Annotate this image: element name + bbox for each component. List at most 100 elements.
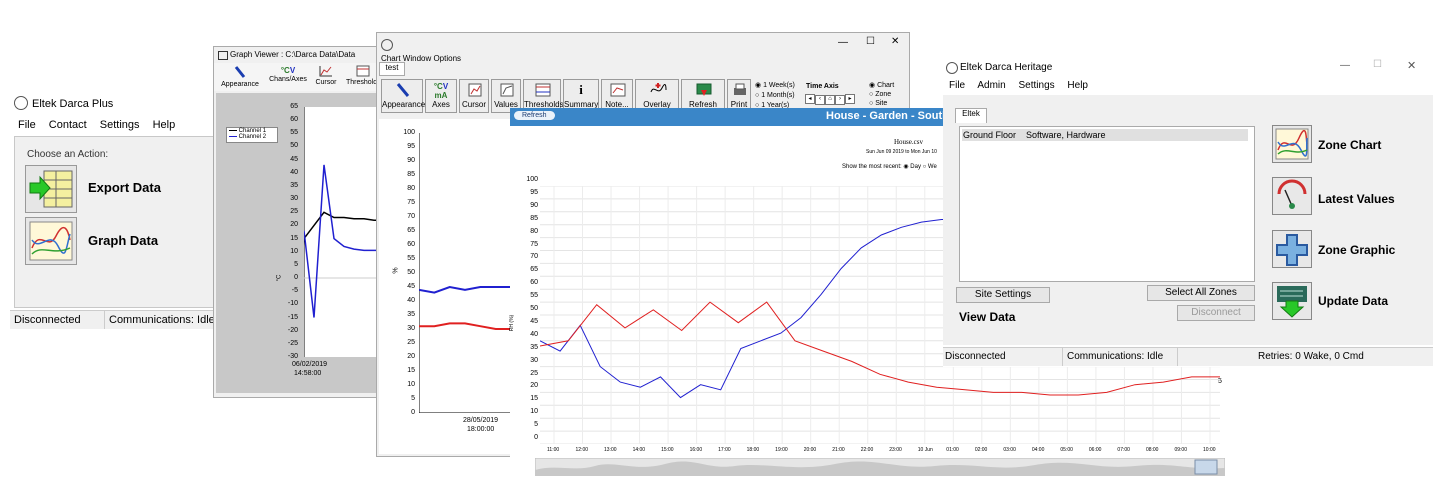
web-file-name: House.csv — [894, 138, 923, 146]
zone-list-item[interactable]: Ground Floor Software, Hardware — [962, 129, 1248, 141]
darca-plus-titlebar: Eltek Darca Plus — [10, 90, 225, 116]
viewer-y-tick: 25 — [290, 208, 298, 216]
heritage-maximize-button[interactable]: ☐ — [1373, 59, 1382, 70]
time-axis-nav: ◂ ‹ ⌂ › ▸ — [805, 94, 855, 105]
select-all-zones-button[interactable]: Select All Zones — [1147, 285, 1255, 301]
nav-last-button[interactable]: ▸ — [845, 94, 855, 104]
range-radio-group: ◉ 1 Week(s) ○ 1 Month(s) ○ 1 Year(s) — [755, 81, 795, 111]
web-x-tick: 18:00 — [746, 447, 760, 453]
zone-list[interactable]: Ground Floor Software, Hardware — [959, 126, 1255, 282]
options-series-blue — [419, 285, 511, 294]
web-y-tick: 15 — [530, 395, 538, 403]
heritage-menu-file[interactable]: File — [949, 80, 965, 91]
viewer-x-tick-date: 06/02/2019 — [292, 361, 328, 368]
options-minimize-button[interactable]: — — [838, 37, 848, 48]
cursor-label: Cursor — [461, 100, 486, 109]
heritage-menu-help[interactable]: Help — [1067, 80, 1088, 91]
range-1-week-label: 1 Week(s) — [763, 82, 795, 89]
choose-action-label: Choose an Action: — [27, 149, 109, 160]
cursor-button[interactable]: Cursor — [459, 79, 489, 113]
viewer-y-tick: -20 — [287, 326, 298, 334]
heritage-status-communications: Communications: Idle — [1067, 351, 1164, 362]
viewer-y-tick: -5 — [291, 287, 298, 295]
options-y-tick: 90 — [407, 157, 415, 164]
viewer-x-tick-time: 14:58:00 — [294, 370, 322, 377]
latest-values-label[interactable]: Latest Values — [1318, 192, 1395, 206]
web-y-tick: 70 — [530, 253, 538, 261]
menu-settings[interactable]: Settings — [100, 119, 140, 131]
viewer-y-tick: 40 — [290, 168, 298, 176]
viewer-cursor-label: Cursor — [315, 79, 337, 86]
menu-help[interactable]: Help — [153, 119, 176, 131]
cursor-chart-icon — [319, 66, 332, 77]
options-y-axis-label: % — [392, 267, 400, 274]
heritage-menu-settings[interactable]: Settings — [1019, 80, 1055, 91]
viewer-y-ticks: 65 60 55 50 45 40 35 30 25 20 15 10 5 0 -5 -10 -15 -20 -25… — [278, 93, 302, 393]
graph-data-button[interactable] — [25, 217, 77, 265]
scope-zone-label: Zone — [875, 91, 892, 98]
zone-graphic-button[interactable] — [1272, 230, 1312, 268]
options-y-tick: 60 — [407, 241, 415, 248]
status-bar: Disconnected Communications: Idle — [10, 310, 225, 329]
viewer-appearance-button[interactable]: Appearance — [220, 65, 260, 91]
web-x-tick: 11:00 — [547, 447, 560, 453]
viewer-cursor-button[interactable]: Cursor — [312, 65, 340, 91]
zone-chart-button[interactable] — [1272, 125, 1312, 163]
scope-chart[interactable]: ◉ Chart — [869, 81, 894, 90]
wrench-icon — [396, 83, 410, 97]
web-recent-week-label: We — [927, 164, 937, 170]
axes-button[interactable]: °CV mA Axes — [425, 79, 457, 113]
range-1-week[interactable]: ◉ 1 Week(s) — [755, 81, 795, 91]
web-y-tick: 20 — [530, 382, 538, 390]
nav-next-button[interactable]: › — [835, 95, 845, 105]
web-x-ticks: 11:00 12:00 13:00 14:00 15:00 16:00 17:00 18:00… — [540, 447, 1220, 457]
appearance-button[interactable]: Appearance — [381, 79, 425, 113]
options-close-button[interactable]: ✕ — [891, 36, 899, 47]
update-data-label[interactable]: Update Data — [1318, 294, 1388, 308]
web-recent-day[interactable]: ◉ Day — [903, 164, 921, 170]
update-data-button[interactable] — [1272, 282, 1312, 320]
export-data-label[interactable]: Export Data — [88, 180, 161, 195]
scope-site-label: Site — [875, 100, 888, 107]
range-1-month-label: 1 Month(s) — [761, 92, 795, 99]
heritage-status-bar: Disconnected Communications: Idle Retrie… — [943, 347, 1433, 366]
menu-file[interactable]: File — [18, 119, 36, 131]
zone-chart-label[interactable]: Zone Chart — [1318, 138, 1381, 152]
range-1-month[interactable]: ○ 1 Month(s) — [755, 91, 795, 101]
web-y-tick: 60 — [530, 279, 538, 287]
scope-radio-group: ◉ Chart ○ Zone ○ Site — [869, 81, 894, 108]
web-navigator[interactable] — [535, 458, 1225, 476]
zone-graphic-label[interactable]: Zone Graphic — [1318, 243, 1395, 257]
site-settings-button[interactable]: Site Settings — [956, 287, 1050, 303]
options-y-tick: 95 — [407, 143, 415, 150]
status-communications: Communications: Idle — [109, 314, 215, 326]
nav-first-button[interactable]: ◂ — [805, 94, 815, 104]
options-tab-test[interactable]: test — [379, 62, 405, 76]
nav-prev-button[interactable]: ‹ — [815, 95, 825, 105]
web-refresh-button[interactable]: Refresh — [514, 111, 555, 120]
time-axis-label: Time Axis — [806, 83, 839, 90]
latest-values-button[interactable] — [1272, 177, 1312, 215]
export-data-button[interactable] — [25, 165, 77, 213]
heritage-minimize-button[interactable]: — — [1340, 60, 1350, 71]
menu-contact[interactable]: Contact — [49, 119, 87, 131]
graph-data-label[interactable]: Graph Data — [88, 233, 158, 248]
scope-zone[interactable]: ○ Zone — [869, 90, 894, 99]
options-plot — [419, 133, 511, 413]
nav-home-button[interactable]: ⌂ — [825, 95, 835, 105]
web-y-tick: 30 — [530, 356, 538, 364]
viewer-chans-button[interactable]: °CV Chans/Axes — [266, 65, 310, 91]
heritage-menu-admin[interactable]: Admin — [977, 80, 1005, 91]
viewer-appearance-label: Appearance — [221, 81, 259, 88]
heritage-status-retries: Retries: 0 Wake, 0 Cmd — [1258, 351, 1364, 362]
update-data-icon — [1277, 286, 1307, 318]
heritage-tab-eltek[interactable]: Eltek — [955, 108, 987, 123]
heritage-status-divider-1 — [1062, 348, 1063, 366]
scope-site[interactable]: ○ Site — [869, 99, 894, 108]
disconnect-button[interactable]: Disconnect — [1177, 305, 1255, 321]
options-maximize-button[interactable]: ☐ — [866, 36, 875, 47]
heritage-close-button[interactable]: ✕ — [1407, 59, 1416, 72]
options-y-tick: 100 — [403, 129, 415, 136]
web-recent-week[interactable]: ○ We — [923, 164, 937, 170]
web-x-tick: 10 Jun — [917, 447, 933, 453]
